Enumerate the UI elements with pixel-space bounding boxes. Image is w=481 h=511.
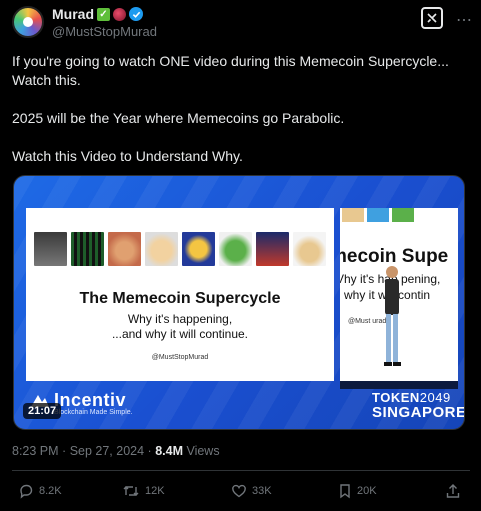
slide-subtitle: Why it's happening, [127, 312, 233, 326]
event-name: TOKEN2049 [372, 390, 451, 405]
slide-subtitle: ...and why it will continue. [111, 327, 249, 341]
tweet-time[interactable]: 8:23 PM [12, 444, 59, 458]
reply-count: 8.2K [39, 485, 62, 497]
tweet-date[interactable]: Sep 27, 2024 [70, 444, 144, 458]
verified-badge-icon[interactable] [129, 7, 143, 21]
bookmark-button[interactable]: 20K [338, 482, 377, 500]
repost-icon [123, 486, 139, 496]
ball-emoji-icon [113, 7, 126, 21]
check-emoji-icon: ✓ [97, 7, 110, 21]
more-options-icon[interactable]: ⋯ [456, 10, 473, 30]
action-bar: 8.2K 12K 33K 20K [0, 482, 481, 502]
tweet-text: If you're going to watch ONE video durin… [12, 52, 470, 166]
speaker-figure [384, 266, 401, 366]
meme-thumb [108, 232, 141, 266]
author-display-name[interactable]: Murad [52, 6, 94, 22]
like-count: 33K [252, 485, 272, 497]
meme-thumb [145, 232, 178, 266]
stage [340, 381, 458, 389]
heart-icon [232, 484, 246, 498]
meme-thumb [293, 232, 326, 266]
reply-icon [20, 484, 33, 499]
divider [12, 470, 470, 471]
video-duration-badge: 21:07 [23, 403, 62, 419]
sponsor-name: Incentiv [54, 390, 127, 410]
tweet-meta: 8:23 PM · Sep 27, 2024 · 8.4M Views [12, 444, 220, 458]
bookmark-icon [340, 484, 350, 499]
slide-title: The Memecoin Supercycle [79, 290, 281, 307]
presentation-slide: The Memecoin Supercycle Why it's happeni… [26, 208, 334, 381]
author-handle[interactable]: @MustStopMurad [52, 24, 157, 39]
bookmark-count: 20K [357, 485, 377, 497]
meme-thumb [219, 232, 252, 266]
share-icon [446, 484, 460, 498]
tweet-paragraph: 2025 will be the Year where Memecoins go… [12, 110, 345, 126]
meme-thumb [182, 232, 215, 266]
repost-count: 12K [145, 485, 165, 497]
author-name-row: Murad ✓ [52, 6, 143, 22]
meme-thumb [34, 232, 67, 266]
video-player[interactable]: The Memecoin Supercycle Why it's happeni… [13, 175, 465, 430]
reply-button[interactable]: 8.2K [18, 482, 62, 500]
tweet-paragraph: Watch this Video to Understand Why. [12, 148, 243, 164]
views-count: 8.4M [155, 444, 183, 458]
slide-handle: @MustStopMurad [151, 354, 209, 361]
meme-thumbnails [34, 232, 326, 266]
meme-thumb [256, 232, 289, 266]
grok-icon[interactable] [421, 7, 443, 29]
repost-button[interactable]: 12K [122, 482, 165, 500]
share-button[interactable] [445, 482, 461, 500]
tweet-paragraph: If you're going to watch ONE video durin… [12, 53, 449, 88]
author-avatar[interactable] [12, 6, 44, 38]
sponsor-tagline: Blockchain Made Simple. [54, 409, 133, 416]
event-city: SINGAPORE [372, 404, 465, 421]
like-button[interactable]: 33K [231, 482, 272, 500]
views-label: Views [186, 444, 220, 458]
tweet-header: Murad ✓ @MustStopMurad ⋯ [12, 6, 473, 40]
meme-thumb [71, 232, 104, 266]
